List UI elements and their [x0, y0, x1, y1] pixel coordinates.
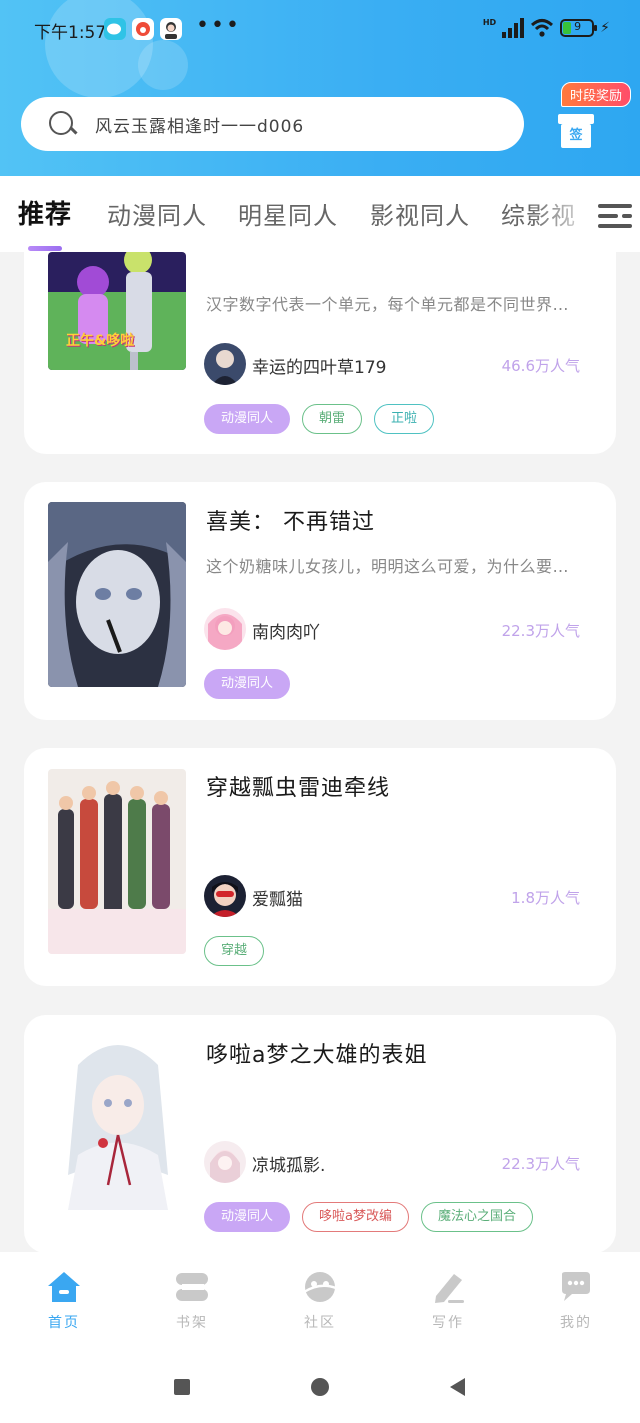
tag-list: 动漫同人 [204, 669, 291, 699]
book-feed: 正午&哆啦 汉字数字代表一个单元，每个单元都是不同世界… 幸运的四叶草179 4… [0, 252, 640, 1252]
status-indicators: HD 9 ⚡ [483, 18, 610, 38]
author-name: 爱瓢猫 [252, 890, 303, 910]
book-cover [48, 1035, 186, 1220]
sign-in-label: 签 [561, 124, 591, 148]
book-title: 喜美： 不再错过 [206, 510, 375, 535]
category-menu-icon[interactable] [598, 202, 632, 230]
back-button[interactable] [450, 1378, 465, 1396]
book-card[interactable]: 哆啦a梦之大雄的表姐 凉城孤影. 22.3万人气 动漫同人 哆啦a梦改编 魔法心… [24, 1015, 616, 1252]
author-name: 幸运的四叶草179 [252, 358, 387, 378]
book-description: 这个奶糖味儿女孩儿，明明这么可爱，为什么要… [206, 557, 570, 576]
author-avatar [204, 343, 246, 385]
nav-community-label: 社区 [304, 1315, 336, 1331]
pen-icon [430, 1270, 466, 1304]
app-header: 下午1:57 ••• HD 9 ⚡ 风云玉露相逢时一一d006 签 时段奖励 [0, 0, 640, 176]
popularity-count: 1.8万人气 [511, 889, 580, 907]
signal-icon [502, 18, 525, 38]
tag-item[interactable]: 哆啦a梦改编 [302, 1202, 409, 1232]
tag-list: 动漫同人 哆啦a梦改编 魔法心之国合 [204, 1202, 533, 1232]
category-tabs: 推荐 动漫同人 明星同人 影视同人 综影视 [0, 176, 640, 252]
nav-home-label: 首页 [48, 1315, 80, 1331]
hd-label: HD [482, 18, 497, 27]
reward-badge: 时段奖励 [561, 82, 632, 107]
status-time: 下午1:57 [34, 23, 107, 43]
message-icon [558, 1270, 594, 1304]
tab-celebrity-fanfic[interactable]: 明星同人 [238, 196, 338, 231]
tag-item[interactable]: 魔法心之国合 [420, 1202, 533, 1232]
tab-anime-fanfic[interactable]: 动漫同人 [107, 196, 207, 231]
nav-write-label: 写作 [432, 1315, 464, 1331]
tab-film-fanfic[interactable]: 影视同人 [370, 196, 470, 231]
cover-caption: 正午&哆啦 [66, 333, 135, 349]
book-card[interactable]: 正午&哆啦 汉字数字代表一个单元，每个单元都是不同世界… 幸运的四叶草179 4… [24, 252, 616, 454]
more-notifications-icon: ••• [196, 13, 241, 38]
popularity-count: 46.6万人气 [501, 357, 580, 375]
time-reward-button[interactable]: 签 时段奖励 [556, 82, 632, 152]
book-cover [48, 502, 186, 687]
book-card[interactable]: 穿越瓢虫雷迪牵线 爱瓢猫 1.8万人气 穿越 [24, 748, 616, 986]
tag-item[interactable]: 朝雷 [302, 404, 363, 434]
nav-profile-label: 我的 [560, 1315, 592, 1331]
tag-anime-fanfic[interactable]: 动漫同人 [204, 1202, 291, 1232]
bottom-navigation: 首页 书架 社区 写作 我的 [0, 1252, 640, 1350]
popularity-count: 22.3万人气 [501, 1155, 580, 1173]
nav-profile[interactable]: 我的 [536, 1270, 616, 1332]
nav-bookshelf[interactable]: 书架 [152, 1270, 232, 1332]
book-title: 哆啦a梦之大雄的表姐 [206, 1043, 428, 1068]
wifi-icon [531, 19, 554, 37]
tag-item[interactable]: 正啦 [374, 404, 435, 434]
system-navigation-bar [0, 1350, 640, 1423]
bookshelf-icon [174, 1270, 210, 1304]
community-icon [302, 1270, 338, 1304]
author-avatar [204, 875, 246, 917]
search-bar[interactable]: 风云玉露相逢时一一d006 [21, 97, 524, 151]
tag-anime-fanfic[interactable]: 动漫同人 [204, 404, 291, 434]
tag-anime-fanfic[interactable]: 动漫同人 [204, 669, 291, 699]
author-avatar [204, 1141, 246, 1183]
search-icon [47, 109, 77, 139]
nav-community[interactable]: 社区 [280, 1270, 360, 1332]
recent-apps-button[interactable] [174, 1379, 190, 1395]
weibo-icon [132, 18, 154, 40]
status-bar: 下午1:57 ••• HD 9 ⚡ [0, 0, 640, 58]
active-tab-indicator [28, 246, 62, 251]
search-placeholder: 风云玉露相逢时一一d006 [95, 116, 305, 137]
book-description: 汉字数字代表一个单元，每个单元都是不同世界… [206, 295, 570, 314]
book-cover: 正午&哆啦 [48, 252, 186, 370]
author-name: 凉城孤影. [252, 1156, 326, 1176]
popularity-count: 22.3万人气 [501, 622, 580, 640]
nav-write[interactable]: 写作 [408, 1270, 488, 1332]
tag-list: 穿越 [204, 936, 265, 966]
battery-level: 9 [574, 20, 582, 33]
nav-bookshelf-label: 书架 [176, 1315, 208, 1331]
charging-icon: ⚡ [600, 20, 610, 36]
tab-recommend[interactable]: 推荐 [18, 194, 72, 231]
tag-item[interactable]: 穿越 [204, 936, 265, 966]
author-avatar [204, 608, 246, 650]
book-title: 穿越瓢虫雷迪牵线 [206, 776, 391, 801]
wechat-icon [104, 18, 126, 40]
author-name: 南肉肉吖 [252, 623, 320, 643]
nav-home[interactable]: 首页 [24, 1270, 104, 1332]
gift-icon: 签 [558, 114, 594, 148]
book-card[interactable]: 喜美： 不再错过 这个奶糖味儿女孩儿，明明这么可爱，为什么要… 南肉肉吖 22.… [24, 482, 616, 720]
battery-icon: 9 [560, 19, 598, 37]
home-button[interactable] [311, 1378, 329, 1396]
tabs-fade [530, 176, 600, 252]
home-icon [46, 1270, 82, 1304]
avatar-icon [160, 18, 182, 40]
tag-list: 动漫同人 朝雷 正啦 [204, 404, 435, 434]
book-cover [48, 769, 186, 954]
